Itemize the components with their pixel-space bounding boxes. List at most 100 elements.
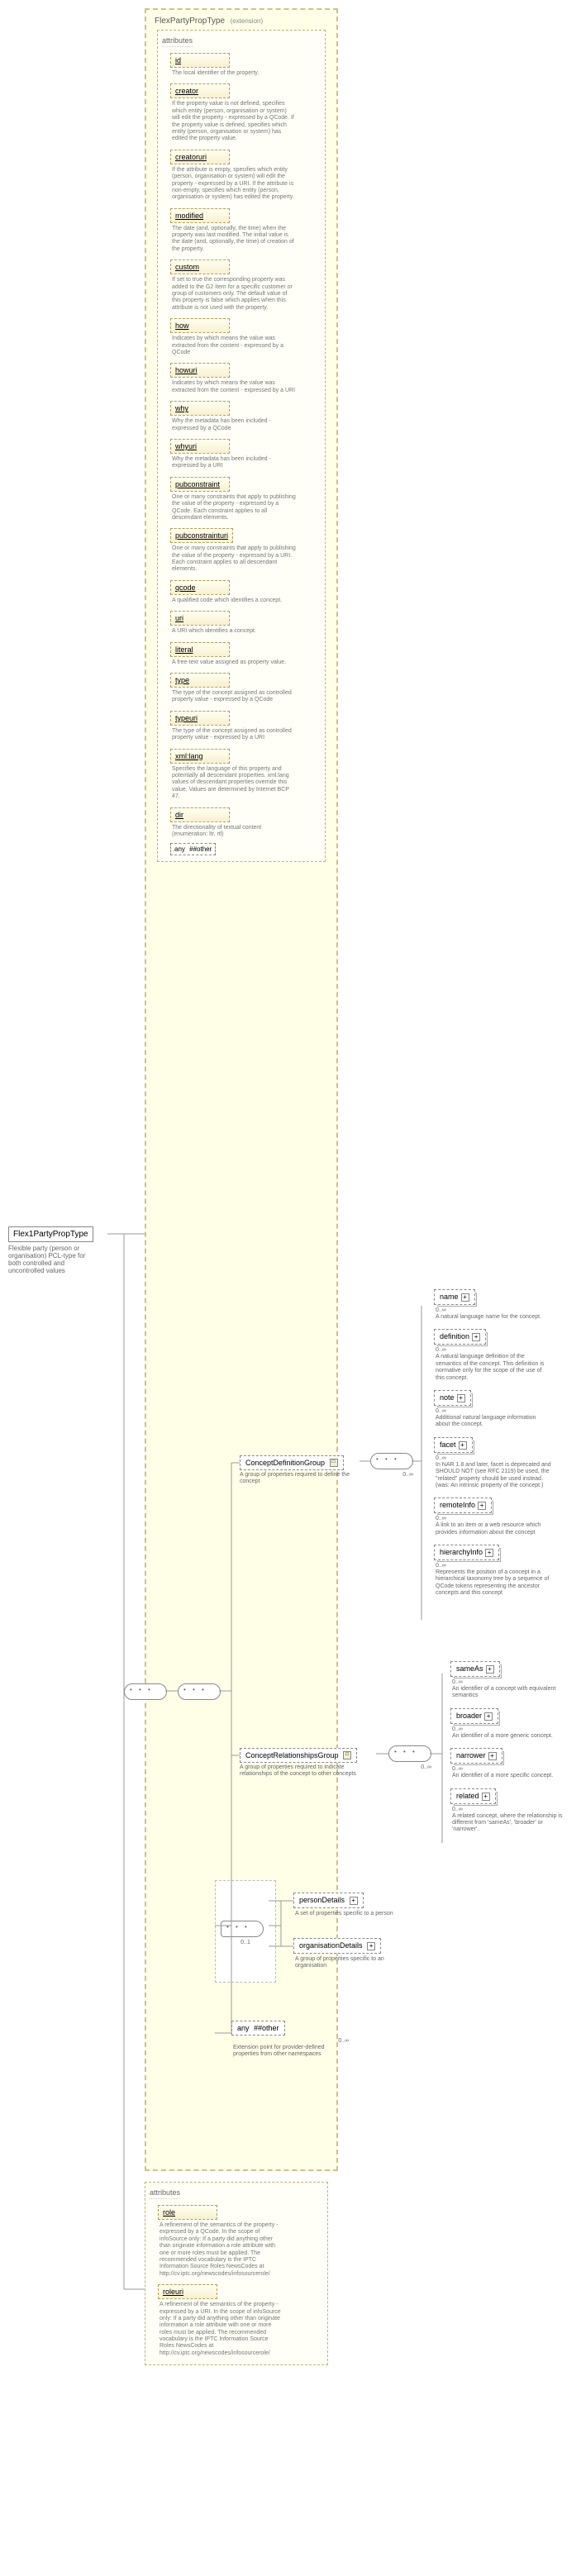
ext-any-range: 0..∞ bbox=[231, 2038, 349, 2044]
attr-desc: One or many constraints that apply to pu… bbox=[172, 545, 296, 574]
crg-plus-icon: □ bbox=[343, 1751, 351, 1759]
attr-desc: Indicates by which means the value was e… bbox=[172, 380, 296, 394]
leaf-note: note+ bbox=[434, 1390, 471, 1406]
ext-any: any ##other 0..∞ Extension point for pro… bbox=[231, 2021, 349, 2067]
person-details: personDetails + A set of properties spec… bbox=[293, 1893, 393, 1926]
attr-qcode: qcode bbox=[170, 580, 230, 595]
ext-title-text: FlexPartyPropType bbox=[155, 17, 225, 26]
leaf-hierarchyInfo: hierarchyInfo+ bbox=[434, 1545, 499, 1560]
attr-custom: custom bbox=[170, 260, 230, 274]
attr-uri: uri bbox=[170, 611, 230, 626]
plus-icon: + bbox=[472, 1333, 480, 1341]
root-seq bbox=[124, 1683, 167, 1702]
ext-any-ns: ##other bbox=[254, 2024, 279, 2032]
org-box: organisationDetails + bbox=[293, 1938, 381, 1954]
attr-desc: A free-text value assigned as property v… bbox=[172, 659, 296, 666]
leaf-name: name+ bbox=[434, 1289, 475, 1305]
cdg-seq-icon bbox=[370, 1453, 413, 1469]
ext-suffix: (extension) bbox=[231, 17, 264, 25]
attr-xmllang: xml:lang bbox=[170, 749, 230, 764]
crg-desc: A group of properties required to indica… bbox=[240, 1764, 364, 1778]
choice-icon bbox=[221, 1921, 264, 1937]
attr-modified: modified bbox=[170, 208, 230, 223]
attr-desc: The directionality of textual content (e… bbox=[172, 825, 296, 839]
extension-group: FlexPartyPropType (extension) attributes… bbox=[145, 8, 338, 2171]
plus-icon: + bbox=[485, 1549, 493, 1557]
cdg-box: ConceptDefinitionGroup □ bbox=[240, 1455, 344, 1470]
attr-how: how bbox=[170, 318, 230, 333]
inner-seq bbox=[178, 1683, 221, 1702]
leaf-desc: A link to an item or a web resource whic… bbox=[436, 1522, 551, 1536]
root-type: Flex1PartyPropType Flexible party (perso… bbox=[8, 1226, 107, 1274]
inner-seq-icon bbox=[178, 1683, 221, 1700]
attr-desc: The date (and, optionally, the time) whe… bbox=[172, 226, 296, 254]
attr-desc: Indicates by which means the value was e… bbox=[172, 336, 296, 356]
leaf-desc: An identifier of a concept with equivale… bbox=[452, 1686, 568, 1700]
leaf-remoteInfo: remoteInfo+ bbox=[434, 1498, 492, 1513]
leaf-desc: A related concept, where the relationshi… bbox=[452, 1813, 568, 1834]
org-details: organisationDetails + A group of propert… bbox=[293, 1938, 411, 1978]
attributes-group-1: attributes idThe local identifier of the… bbox=[157, 30, 326, 862]
ext-any-label: any bbox=[237, 2024, 250, 2032]
leaf-desc: A natural language definition of the sem… bbox=[436, 1354, 551, 1382]
attr-howuri: howuri bbox=[170, 363, 230, 378]
seq-icon bbox=[124, 1683, 167, 1700]
attr-role: role bbox=[158, 2205, 217, 2220]
leaf-sameAs: sameAs+ bbox=[450, 1661, 500, 1677]
attr-dir: dir bbox=[170, 807, 230, 822]
org-name: organisationDetails bbox=[299, 1941, 363, 1950]
plus-icon: + bbox=[484, 1712, 493, 1721]
crg-name: ConceptRelationshipsGroup bbox=[245, 1751, 339, 1759]
attributes2-label: attributes bbox=[150, 2187, 180, 2199]
leaf-desc: Additional natural language information … bbox=[436, 1415, 551, 1429]
plus-icon: + bbox=[482, 1793, 490, 1801]
extension-title: FlexPartyPropType (extension) bbox=[155, 17, 328, 26]
attr-desc: A qualified code which identifies a conc… bbox=[172, 598, 296, 604]
attr-desc: The type of the concept assigned as cont… bbox=[172, 728, 296, 742]
attr-pubconstrainturi: pubconstrainturi bbox=[170, 528, 233, 543]
org-desc: A group of properties specific to an org… bbox=[295, 1956, 411, 1970]
cdg-desc: A group of properties required to define… bbox=[240, 1472, 364, 1486]
attr-desc: If the property value is not defined, sp… bbox=[172, 101, 296, 142]
leaf-desc: An identifier of a more generic concept. bbox=[452, 1733, 568, 1740]
leaf-desc: An identifier of a more specific concept… bbox=[452, 1773, 568, 1779]
attr-why: why bbox=[170, 401, 230, 416]
crg-box: ConceptRelationshipsGroup □ bbox=[240, 1748, 357, 1763]
attr-desc: Specifies the language of this property … bbox=[172, 766, 296, 801]
attr-pubconstraint: pubconstraint bbox=[170, 477, 230, 492]
leaf-definition: definition+ bbox=[434, 1329, 486, 1345]
any-ns: ##other bbox=[189, 845, 212, 853]
plus-icon: + bbox=[461, 1293, 469, 1302]
leaf-related: related+ bbox=[450, 1788, 496, 1804]
leaf-desc: In NAR 1.8 and later, facet is deprecate… bbox=[436, 1462, 551, 1490]
attr-roleuri: roleuri bbox=[158, 2284, 217, 2299]
leaf-desc: Represents the position of a concept in … bbox=[436, 1569, 551, 1598]
root-type-name: Flex1PartyPropType bbox=[8, 1226, 93, 1242]
crg-seq: 0..∞ bbox=[388, 1745, 431, 1770]
attr-whyuri: whyuri bbox=[170, 439, 230, 454]
attr-typeuri: typeuri bbox=[170, 711, 230, 726]
attr-desc: If the attribute is empty, specifies whi… bbox=[172, 167, 296, 202]
attr-id: id bbox=[170, 53, 230, 68]
plus-icon: + bbox=[459, 1441, 467, 1450]
person-name: personDetails bbox=[299, 1896, 345, 1904]
concept-def-group: ConceptDefinitionGroup □ A group of prop… bbox=[240, 1455, 364, 1486]
concept-rel-group: ConceptRelationshipsGroup □ A group of p… bbox=[240, 1748, 364, 1778]
person-desc: A set of properties specific to a person bbox=[295, 1911, 393, 1917]
attr-desc: The type of the concept assigned as cont… bbox=[172, 690, 296, 704]
attr-desc: Why the metadata has been included - exp… bbox=[172, 418, 296, 432]
leaf-facet: facet+ bbox=[434, 1437, 473, 1453]
attr-desc: A refinement of the semantics of the pro… bbox=[160, 2222, 283, 2278]
plus-icon: + bbox=[457, 1394, 465, 1402]
party-choice-wrap: 0..1 bbox=[215, 1880, 276, 1983]
leaf-narrower: narrower+ bbox=[450, 1748, 502, 1764]
cdg-plus-icon: □ bbox=[330, 1459, 338, 1467]
ext-any-box: any ##other bbox=[231, 2021, 285, 2036]
attr-creatoruri: creatoruri bbox=[170, 150, 230, 164]
person-box: personDetails + bbox=[293, 1893, 364, 1908]
plus-icon: + bbox=[367, 1942, 375, 1950]
leaf-broader: broader+ bbox=[450, 1708, 498, 1724]
attr-desc: The local identifier of the property. bbox=[172, 70, 296, 77]
crg-seq-icon bbox=[388, 1745, 431, 1762]
ext-any-desc: Extension point for provider-defined pro… bbox=[233, 2045, 349, 2059]
